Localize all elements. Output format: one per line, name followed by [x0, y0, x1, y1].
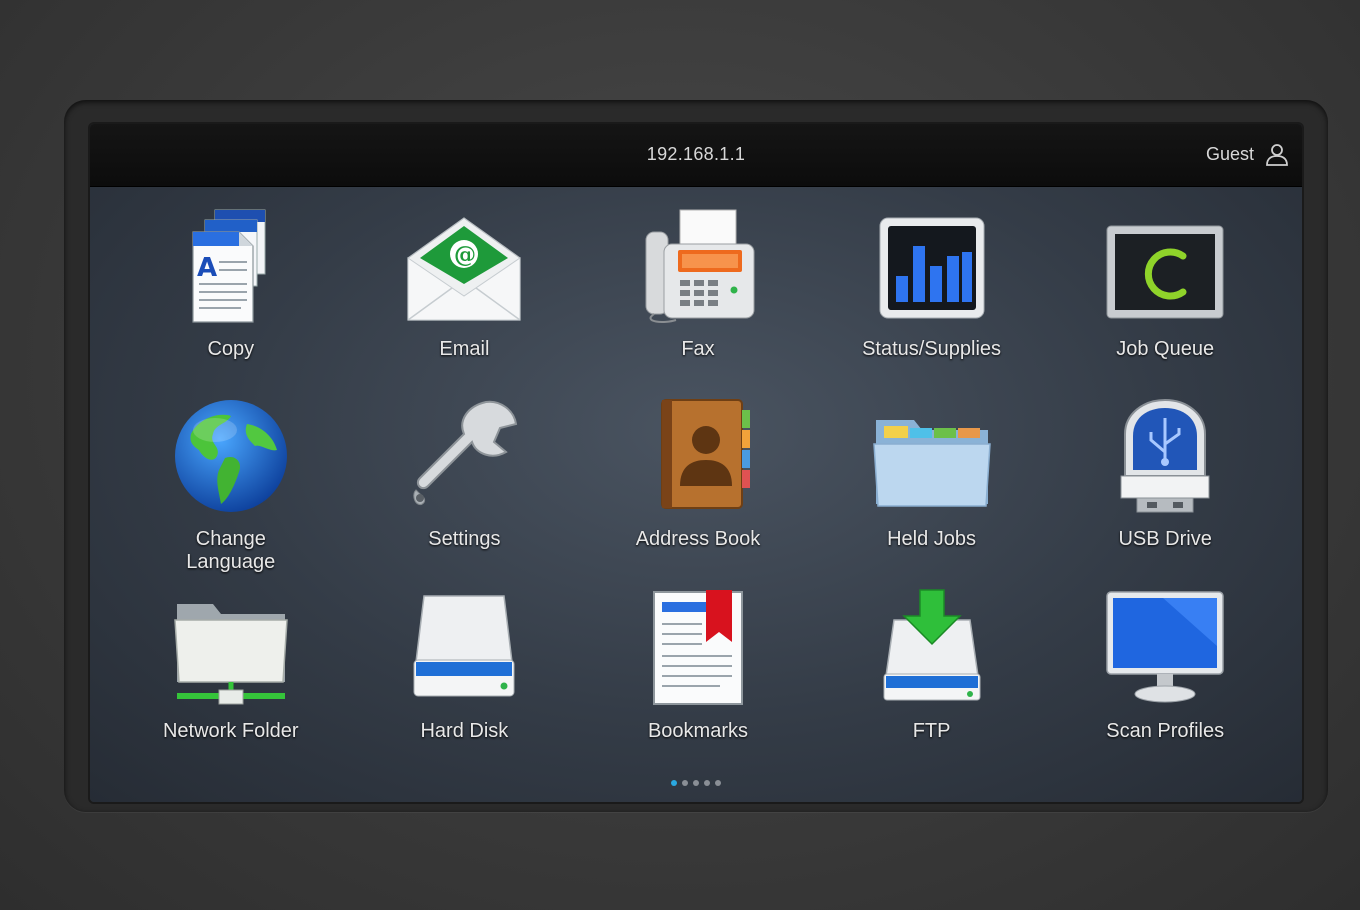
app-label: Change Language [186, 528, 276, 573]
app-label: Hard Disk [420, 720, 509, 742]
app-label: Scan Profiles [1106, 720, 1225, 742]
app-settings[interactable]: Settings [348, 394, 582, 586]
ftp-icon [883, 589, 981, 701]
hard-disk-icon [413, 595, 515, 697]
app-label: FTP [912, 720, 951, 742]
network-folder-icon [173, 604, 288, 705]
app-label: Copy [207, 338, 255, 360]
device-address: 192.168.1.1 [646, 144, 746, 164]
page-dot-1[interactable] [671, 780, 677, 786]
app-copy[interactable]: A Copy [114, 204, 348, 394]
app-label: Settings [428, 528, 501, 550]
app-held-jobs[interactable]: Held Jobs [815, 394, 1049, 586]
app-label: Network Folder [162, 720, 299, 742]
app-scan-profiles[interactable]: Scan Profiles [1048, 586, 1282, 776]
app-grid: A Copy @ Email Fax Status/Supplies Job Q… [114, 204, 1282, 776]
email-icon: @ [407, 217, 521, 321]
bookmark-icon [652, 590, 743, 705]
app-label: USB Drive [1118, 528, 1212, 550]
page-dot-2[interactable] [682, 780, 688, 786]
app-ftp[interactable]: FTP [815, 586, 1049, 776]
top-bar: 192.168.1.1 Guest [90, 124, 1302, 187]
page-indicator [90, 780, 1302, 786]
app-label: Bookmarks [647, 720, 748, 742]
app-address-book[interactable]: Address Book [581, 394, 815, 586]
app-label: Held Jobs [887, 528, 977, 550]
app-fax[interactable]: Fax [581, 204, 815, 394]
app-label: Address Book [635, 528, 761, 550]
touch-screen: 192.168.1.1 Guest A Copy @ Email Fax Sta… [90, 124, 1302, 802]
usb-drive-icon [1120, 398, 1210, 513]
copy-icon: A [192, 209, 266, 323]
fax-icon [645, 209, 755, 323]
app-bookmarks[interactable]: Bookmarks [581, 586, 815, 776]
app-usb-drive[interactable]: USB Drive [1048, 394, 1282, 586]
user-icon [1266, 144, 1288, 166]
app-label: Status/Supplies [862, 338, 1002, 360]
app-email[interactable]: @ Email [348, 204, 582, 394]
wrench-icon [413, 400, 518, 505]
job-queue-icon [1106, 225, 1224, 319]
app-hard-disk[interactable]: Hard Disk [348, 586, 582, 776]
monitor-icon [1106, 591, 1224, 703]
app-label: Job Queue [1116, 338, 1215, 360]
page-dot-3[interactable] [693, 780, 699, 786]
app-status-supplies[interactable]: Status/Supplies [815, 204, 1049, 394]
page-dot-4[interactable] [704, 780, 710, 786]
folder-icon [872, 420, 991, 507]
address-book-icon [660, 399, 750, 509]
app-network-folder[interactable]: Network Folder [114, 586, 348, 776]
app-label: Email [439, 338, 490, 360]
app-change-language[interactable]: Change Language [114, 394, 348, 586]
globe-icon [174, 400, 287, 512]
app-job-queue[interactable]: Job Queue [1048, 204, 1282, 394]
user-label: Guest [1205, 143, 1254, 164]
user-login-button[interactable]: Guest [1206, 141, 1290, 167]
app-label: Fax [681, 338, 715, 360]
page-dot-5[interactable] [715, 780, 721, 786]
status-chart-icon [879, 217, 985, 319]
svg-text:@: @ [454, 242, 476, 268]
svg-text:A: A [197, 253, 217, 283]
